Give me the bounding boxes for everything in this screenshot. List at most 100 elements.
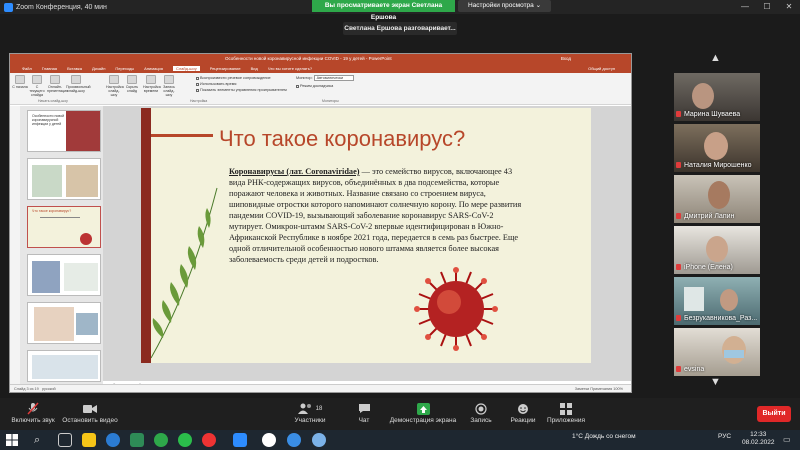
view-options-button[interactable]: Настройки просмотра ⌄ — [458, 0, 551, 12]
weather-widget[interactable]: 1°C Дождь со снегом — [572, 433, 636, 440]
record-icon — [466, 402, 496, 415]
chat-button[interactable]: Чат — [352, 402, 376, 424]
participant-tile[interactable]: evsina — [674, 328, 760, 376]
maximize-button[interactable]: ☐ — [756, 0, 778, 14]
tab-view[interactable]: Вид — [251, 66, 258, 71]
unmute-button[interactable]: Включить звук — [8, 402, 58, 424]
share-screen-button[interactable]: Демонстрация экрана — [388, 402, 458, 424]
yandex-icon[interactable] — [262, 433, 276, 447]
stop-video-button[interactable]: Остановить видео — [62, 402, 118, 424]
search-icon[interactable]: ⌕ — [34, 433, 48, 447]
slide-thumbnail[interactable]: 2 — [27, 158, 101, 200]
group-monitors: Мониторы — [322, 99, 339, 103]
monitor-select[interactable]: Монитор: Автоматически — [296, 75, 355, 81]
slide-thumbnails-pane: 1 Особенности новой коронавирусной инфек… — [20, 106, 103, 384]
leave-meeting-button[interactable]: Выйти — [757, 406, 791, 422]
tab-transitions[interactable]: Переходы — [115, 66, 134, 71]
play-narrations-check[interactable]: Воспроизвести речевое сопровождение — [196, 76, 271, 80]
group-setup: Настройка — [190, 99, 208, 103]
setup-icon — [109, 75, 119, 84]
online-presentation-button[interactable]: Онлайн-презентация — [47, 75, 68, 93]
scroll-down-icon[interactable]: ▼ — [710, 376, 721, 388]
chrome-icon[interactable] — [202, 433, 216, 447]
participants-button[interactable]: 18 Участники — [290, 402, 330, 424]
slide-thumbnail-current[interactable]: 3 Что такое коронавирус? — [27, 206, 101, 248]
app3-icon[interactable] — [312, 433, 326, 447]
muted-mic-icon — [676, 213, 681, 219]
app-icon[interactable] — [154, 433, 168, 447]
muted-mic-icon — [676, 366, 681, 372]
share-link[interactable]: Общий доступ — [588, 66, 615, 71]
tell-me-search[interactable]: Что вы хотите сделать? — [268, 66, 312, 71]
slide-thumbnail[interactable]: 5 — [27, 302, 101, 344]
participant-tile[interactable]: Марина Шуваева — [674, 73, 760, 121]
tab-insert[interactable]: Вставка — [67, 66, 82, 71]
window-title: Zoom Конференция, 40 мин — [16, 3, 107, 11]
scroll-up-icon[interactable]: ▲ — [710, 52, 721, 64]
emoji-icon — [506, 402, 540, 415]
rehearse-timings-button[interactable]: Настройка времени — [143, 75, 161, 93]
setup-show-button[interactable]: Настройка слайд-шоу — [106, 75, 124, 97]
participant-tile[interactable]: Наталия Мирошенко — [674, 124, 760, 172]
chat-icon — [352, 402, 376, 415]
ppt-ribbon-tabs: Файл Главная Вставка Дизайн Переходы Ани… — [10, 64, 631, 73]
edge-icon[interactable] — [106, 433, 120, 447]
participant-tile[interactable]: Дмитрий Лапин — [674, 175, 760, 223]
slide-editor: Что такое коронавирус? Коронавирусы (лат… — [103, 106, 631, 381]
video-camera-icon — [62, 402, 118, 415]
custom-show-button[interactable]: Произвольный слайд-шоу — [66, 75, 91, 93]
app2-icon[interactable] — [287, 433, 301, 447]
tab-home[interactable]: Главная — [42, 66, 57, 71]
close-button[interactable]: ✕ — [778, 0, 800, 14]
slide-term: Коронавирусы (лат. Coronaviridae) — [229, 167, 360, 176]
slide-thumbnail[interactable]: 1 Особенности новой коронавирусной инфек… — [27, 110, 101, 152]
title-accent-line — [151, 134, 213, 137]
ppt-sign-in[interactable]: Вход — [561, 54, 571, 64]
tab-design[interactable]: Дизайн — [92, 66, 105, 71]
language-indicator[interactable]: РУС — [718, 433, 731, 440]
minimize-button[interactable]: — — [734, 0, 756, 14]
hide-icon — [127, 75, 137, 84]
share-screen-icon — [388, 402, 458, 415]
use-timings-check[interactable]: Использовать время — [196, 82, 236, 86]
participants-icon: 18 — [290, 402, 330, 415]
shared-screen-powerpoint[interactable]: Особенности новой коронавирусной инфекци… — [9, 53, 632, 393]
tab-slideshow[interactable]: Слайд-шоу — [172, 66, 200, 71]
whatsapp-icon[interactable] — [178, 433, 192, 447]
reactions-button[interactable]: Реакции — [506, 402, 540, 424]
record-button[interactable]: Запись — [466, 402, 496, 424]
participant-name: Наталия Мирошенко — [684, 162, 752, 169]
notifications-icon[interactable]: ▭ — [783, 435, 793, 445]
participant-tile[interactable]: iPhone (Елена) — [674, 226, 760, 274]
slide-title: Что такое коронавирус? — [219, 126, 466, 151]
status-right-controls[interactable]: Заметки Примечания 100% — [575, 387, 623, 391]
presenter-view-check[interactable]: Режим докладчика — [296, 84, 333, 88]
apps-icon — [544, 402, 588, 415]
slide-thumbnail[interactable]: 4 — [27, 254, 101, 296]
slide-accent-bar — [141, 108, 151, 363]
hide-slide-button[interactable]: Скрыть слайд — [124, 75, 140, 93]
clock[interactable]: 12:33 08.02.2022 — [742, 431, 775, 447]
slide-thumbnail[interactable]: 6 — [27, 350, 101, 382]
from-beginning-button[interactable]: С начала — [12, 75, 28, 89]
excel-icon[interactable] — [130, 433, 144, 447]
muted-mic-icon — [676, 315, 681, 321]
windows-start-icon[interactable] — [6, 434, 18, 446]
muted-mic-icon — [676, 162, 681, 168]
ppt-ribbon: С начала С текущего слайда Онлайн-презен… — [10, 73, 631, 105]
task-view-icon[interactable] — [58, 433, 72, 447]
zoom-meeting-window: Zoom Конференция, 40 мин — ☐ ✕ Вы просма… — [0, 0, 800, 450]
tab-animations[interactable]: Анимация — [144, 66, 163, 71]
participants-count: 18 — [315, 405, 323, 412]
tab-review[interactable]: Рецензирование — [210, 66, 241, 71]
participant-tile[interactable]: Безрукавникова_Раз... — [674, 277, 760, 325]
zoom-taskbar-icon[interactable] — [233, 433, 247, 447]
tab-file[interactable]: Файл — [22, 66, 32, 71]
timer-icon — [146, 75, 156, 84]
custom-show-icon — [71, 75, 81, 84]
record-show-button[interactable]: Запись слайд-шоу — [161, 75, 177, 97]
file-explorer-icon[interactable] — [82, 433, 96, 447]
show-media-controls-check[interactable]: Показать элементы управления проигрывате… — [196, 88, 287, 92]
apps-button[interactable]: Приложения — [544, 402, 588, 424]
from-current-button[interactable]: С текущего слайда — [29, 75, 45, 97]
